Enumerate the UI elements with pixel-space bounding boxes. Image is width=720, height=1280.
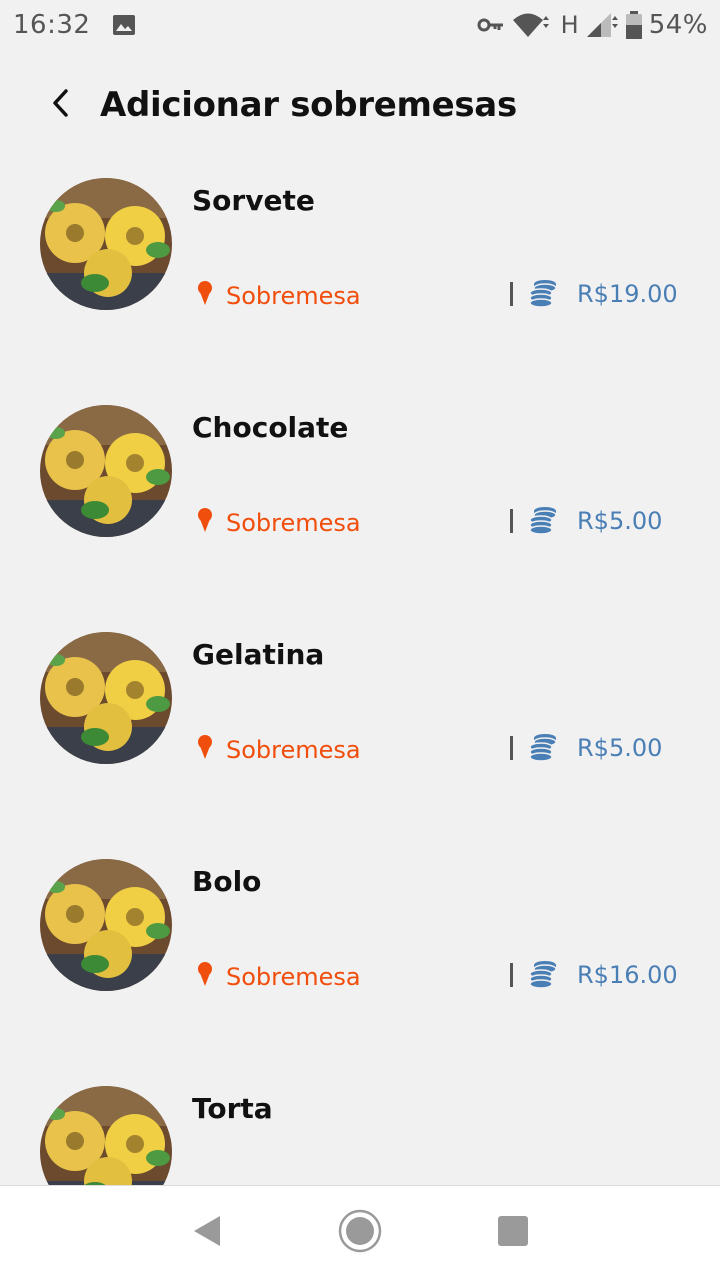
nav-recents-button[interactable] bbox=[483, 1203, 543, 1263]
network-type: H bbox=[560, 11, 579, 39]
list-item[interactable]: Gelatina Sobremesa R$5.00 bbox=[0, 624, 720, 851]
signal-icon bbox=[585, 11, 619, 39]
item-price: R$5.00 bbox=[510, 732, 662, 764]
price-divider bbox=[510, 736, 513, 760]
page-title: Adicionar sobremesas bbox=[100, 85, 517, 125]
list-item[interactable]: Sorvete Sobremesa R$19.00 bbox=[0, 170, 720, 397]
coins-icon bbox=[527, 505, 559, 537]
item-category: Sobremesa bbox=[196, 734, 361, 766]
dessert-image bbox=[40, 1086, 172, 1185]
vpn-key-icon bbox=[477, 17, 505, 33]
wifi-icon bbox=[511, 11, 551, 39]
category-label: Sobremesa bbox=[226, 963, 361, 991]
price-divider bbox=[510, 282, 513, 306]
coins-icon bbox=[527, 732, 559, 764]
status-time: 16:32 bbox=[13, 10, 91, 40]
dessert-image bbox=[40, 178, 172, 310]
item-price: R$19.00 bbox=[510, 278, 678, 310]
square-recents-icon bbox=[497, 1215, 529, 1251]
app-header: Adicionar sobremesas bbox=[0, 70, 720, 140]
item-category: Sobremesa bbox=[196, 280, 361, 312]
ice-cream-icon bbox=[196, 507, 214, 539]
item-name: Gelatina bbox=[192, 638, 325, 671]
status-bar: 16:32 H 54% bbox=[0, 0, 720, 50]
item-price: R$5.00 bbox=[510, 505, 662, 537]
dessert-image bbox=[40, 405, 172, 537]
back-button[interactable] bbox=[30, 75, 90, 135]
nav-back-button[interactable] bbox=[177, 1203, 237, 1263]
price-divider bbox=[510, 509, 513, 533]
item-price: R$16.00 bbox=[510, 959, 678, 991]
price-label: R$16.00 bbox=[577, 961, 678, 989]
item-category: Sobremesa bbox=[196, 961, 361, 993]
battery-icon bbox=[625, 11, 643, 39]
dessert-image bbox=[40, 859, 172, 991]
category-label: Sobremesa bbox=[226, 282, 361, 310]
category-label: Sobremesa bbox=[226, 509, 361, 537]
coins-icon bbox=[527, 278, 559, 310]
item-name: Torta bbox=[192, 1092, 273, 1125]
system-navigation-bar bbox=[0, 1185, 720, 1280]
list-item[interactable]: Torta bbox=[0, 1078, 720, 1185]
category-label: Sobremesa bbox=[226, 736, 361, 764]
price-label: R$5.00 bbox=[577, 507, 663, 535]
item-name: Chocolate bbox=[192, 411, 349, 444]
price-label: R$19.00 bbox=[577, 280, 678, 308]
dessert-list: Sorvete Sobremesa R$19.00 Chocolate Sobr… bbox=[0, 170, 720, 1185]
item-category: Sobremesa bbox=[196, 507, 361, 539]
list-item[interactable]: Chocolate Sobremesa R$5.00 bbox=[0, 397, 720, 624]
triangle-back-icon bbox=[192, 1214, 222, 1252]
battery-percent: 54% bbox=[648, 10, 708, 40]
image-notification-icon bbox=[112, 14, 136, 36]
item-name: Bolo bbox=[192, 865, 262, 898]
price-divider bbox=[510, 963, 513, 987]
item-name: Sorvete bbox=[192, 184, 315, 217]
price-label: R$5.00 bbox=[577, 734, 663, 762]
ice-cream-icon bbox=[196, 280, 214, 312]
ice-cream-icon bbox=[196, 961, 214, 993]
list-item[interactable]: Bolo Sobremesa R$16.00 bbox=[0, 851, 720, 1078]
nav-home-button[interactable] bbox=[330, 1203, 390, 1263]
ice-cream-icon bbox=[196, 734, 214, 766]
coins-icon bbox=[527, 959, 559, 991]
circle-home-icon bbox=[337, 1208, 383, 1258]
chevron-left-icon bbox=[49, 87, 71, 123]
dessert-image bbox=[40, 632, 172, 764]
